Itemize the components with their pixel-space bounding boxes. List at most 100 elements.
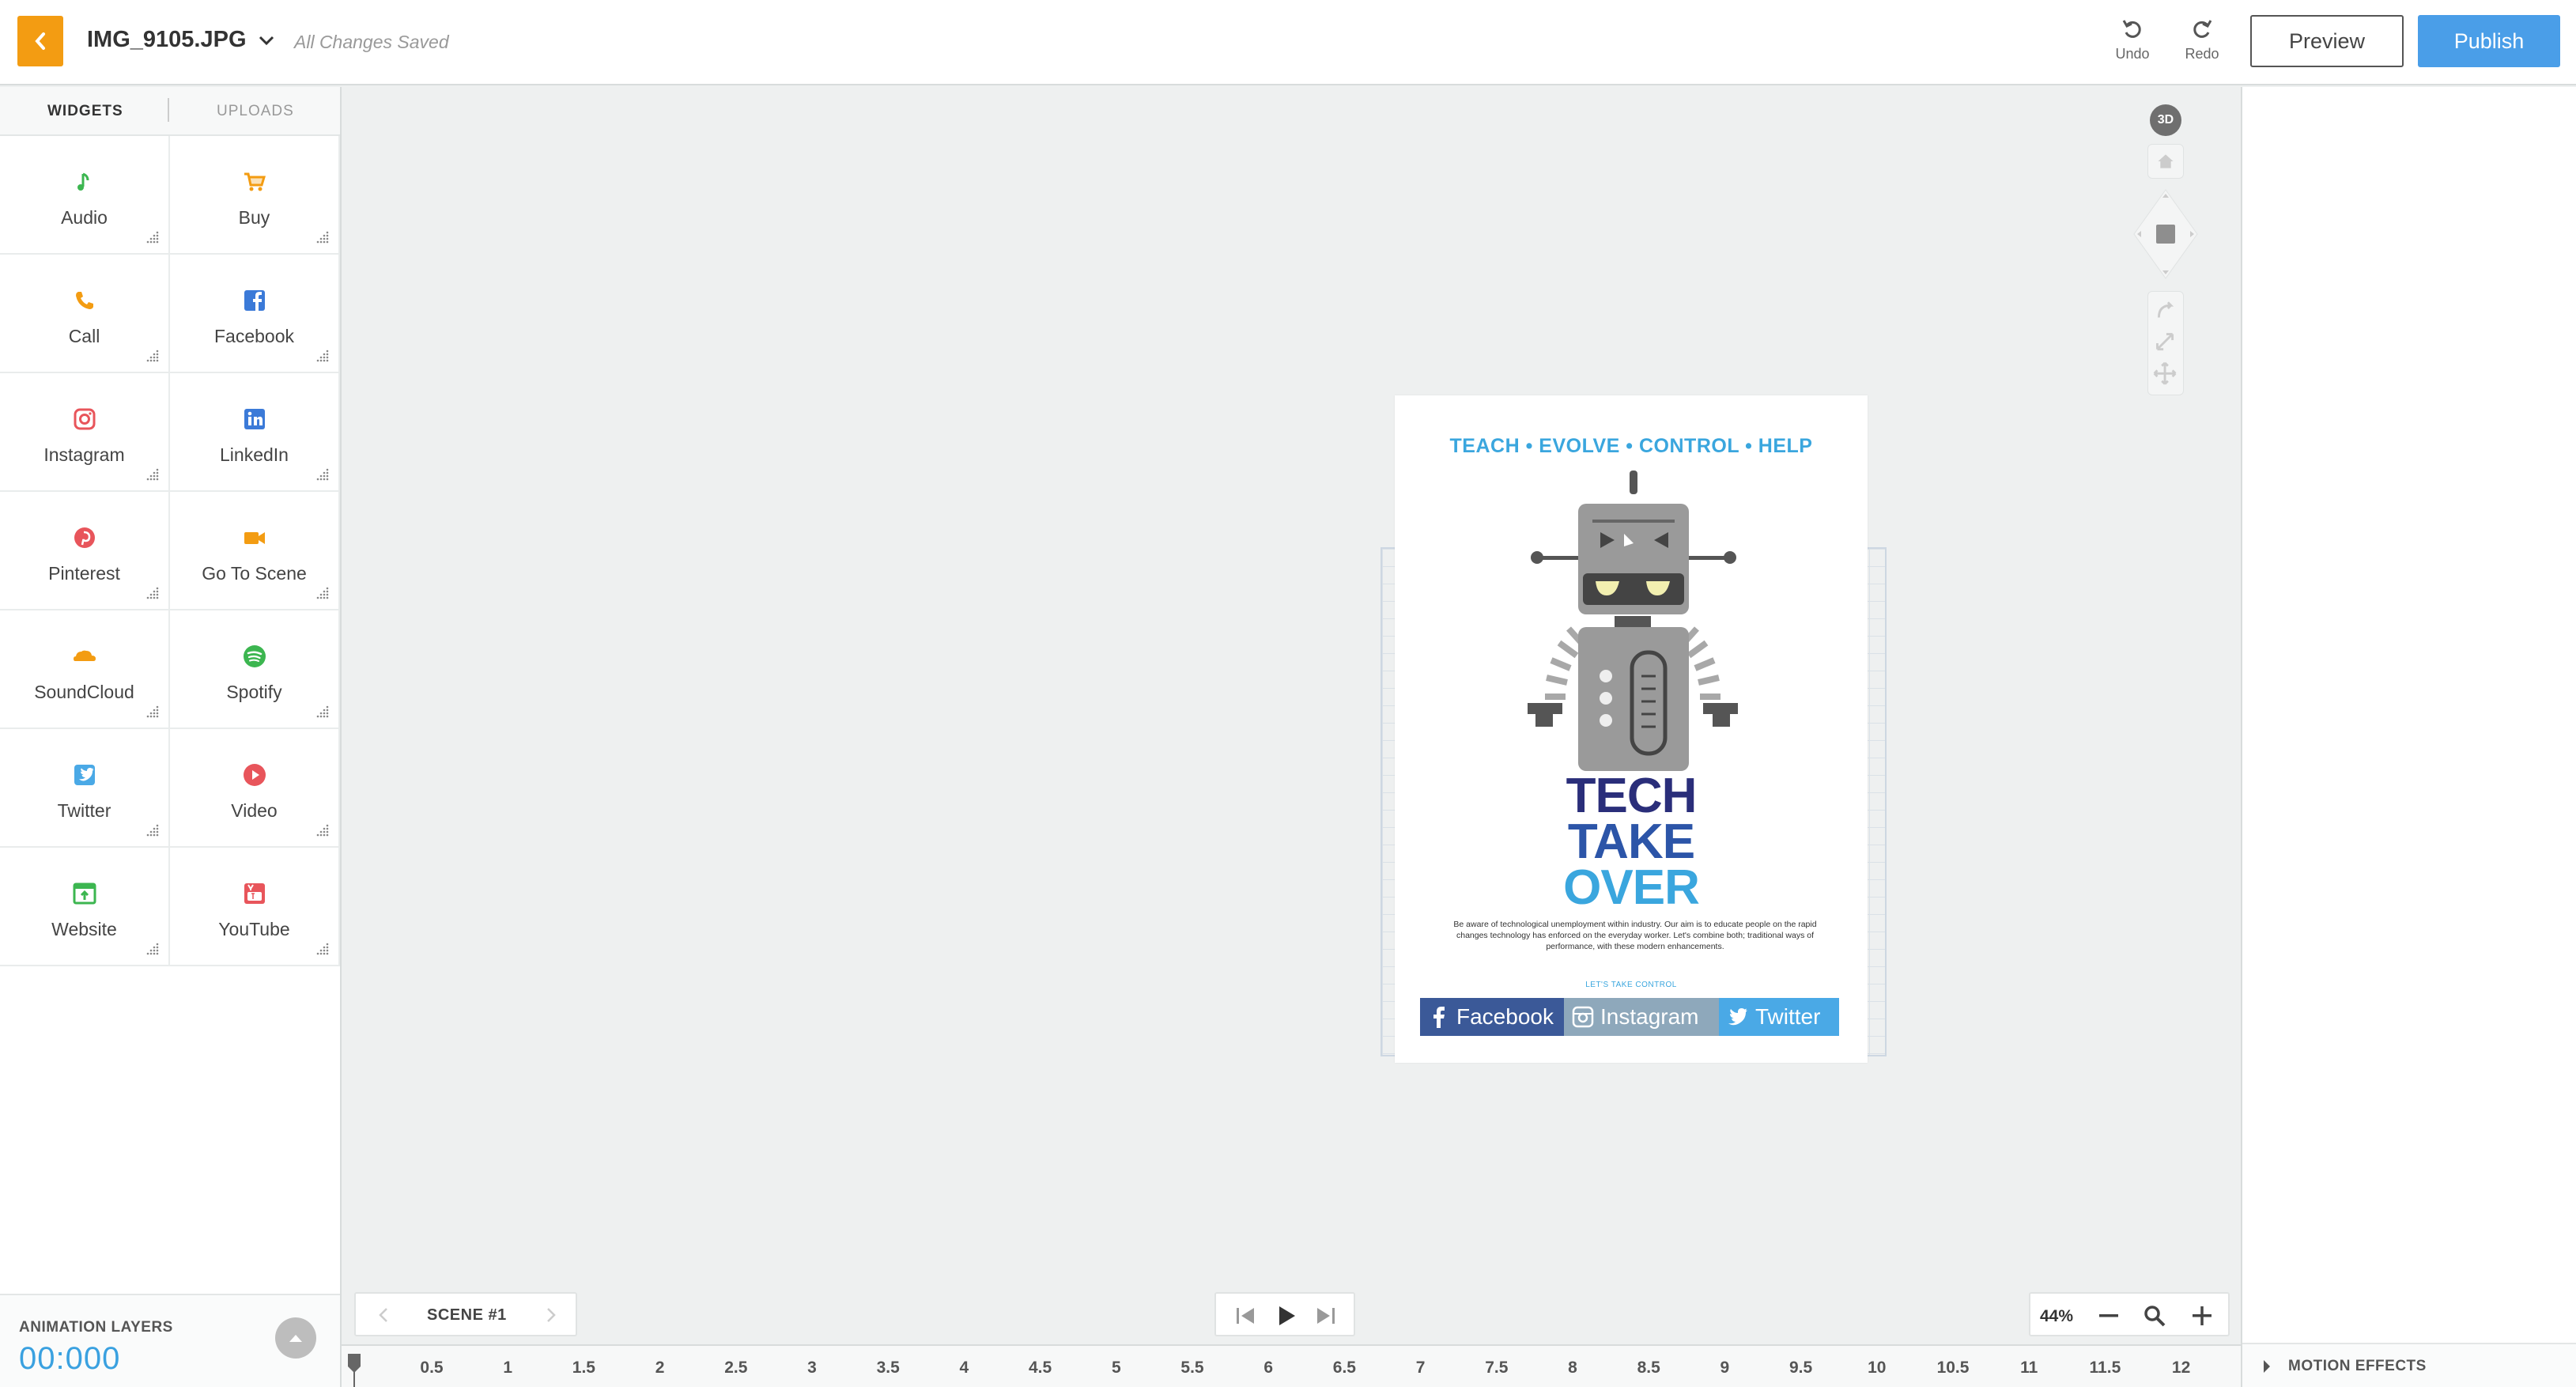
widget-label: Video xyxy=(231,800,278,821)
timeline-tick: 7 xyxy=(1415,1359,1426,1377)
widget-label: SoundCloud xyxy=(34,682,134,702)
zoom-in-icon[interactable] xyxy=(2190,1304,2214,1328)
zoom-reset-search-icon[interactable] xyxy=(2143,1304,2166,1328)
widget-linkedin[interactable]: LinkedIn xyxy=(170,373,340,492)
widget-video[interactable]: Video xyxy=(170,729,340,848)
timeline-tick: 6 xyxy=(1263,1359,1274,1377)
scene-label: SCENE #1 xyxy=(427,1306,507,1324)
redo-label: Redo xyxy=(2185,46,2219,62)
drag-handle-icon[interactable] xyxy=(316,587,329,599)
tab-widgets[interactable]: WIDGETS xyxy=(47,103,123,120)
widget-soundcloud[interactable]: SoundCloud xyxy=(0,610,170,729)
widget-go-to-scene[interactable]: Go To Scene xyxy=(170,492,340,610)
social-label: Instagram xyxy=(1600,1004,1699,1029)
widget-label: Facebook xyxy=(213,326,294,346)
social-label: Twitter xyxy=(1755,1004,1821,1029)
poster-instagram-button[interactable]: Instagram xyxy=(1564,998,1719,1036)
widget-label: YouTube xyxy=(218,919,290,939)
twitter-icon xyxy=(1728,1008,1747,1026)
transform-tools xyxy=(2147,291,2184,395)
widget-label: Spotify xyxy=(226,682,282,702)
drag-handle-icon[interactable] xyxy=(146,587,159,599)
skip-to-end-icon[interactable] xyxy=(1314,1305,1338,1327)
timeline-tick: 2 xyxy=(655,1359,665,1377)
poster-social-bar: Facebook Instagram Twitter xyxy=(1420,998,1839,1036)
drag-handle-icon[interactable] xyxy=(316,705,329,718)
playback-controls xyxy=(1214,1292,1355,1336)
shopping-cart-icon xyxy=(244,172,266,191)
timeline-tick: 0.5 xyxy=(420,1359,444,1377)
widget-website[interactable]: Website xyxy=(0,848,170,966)
drag-handle-icon[interactable] xyxy=(316,231,329,244)
previous-scene-icon[interactable] xyxy=(378,1306,389,1324)
3d-toggle-button[interactable]: 3D xyxy=(2150,104,2181,136)
back-button[interactable] xyxy=(17,16,63,66)
timeline-tick: 1 xyxy=(503,1359,513,1377)
canvas-area[interactable]: TEACH • EVOLVE • CONTROL • HELP TECH TAK… xyxy=(342,87,2241,1344)
drag-handle-icon[interactable] xyxy=(146,468,159,481)
widget-youtube[interactable]: YouTube xyxy=(170,848,340,966)
home-view-button[interactable] xyxy=(2147,144,2184,179)
widget-call[interactable]: Call xyxy=(0,255,170,373)
timeline-tick: 6.5 xyxy=(1332,1359,1356,1377)
poster-facebook-button[interactable]: Facebook xyxy=(1420,998,1564,1036)
rotate-dpad[interactable] xyxy=(2130,187,2201,282)
skip-to-start-icon[interactable] xyxy=(1233,1305,1257,1327)
timeline-tick: 10.5 xyxy=(1936,1359,1970,1377)
chevron-left-icon xyxy=(35,32,45,50)
drag-handle-icon[interactable] xyxy=(146,705,159,718)
widget-spotify[interactable]: Spotify xyxy=(170,610,340,729)
preview-button[interactable]: Preview xyxy=(2250,15,2404,67)
timeline-tick: 11 xyxy=(2020,1359,2038,1377)
zoom-out-icon[interactable] xyxy=(2097,1304,2121,1328)
music-note-icon xyxy=(77,172,89,191)
robot-illustration xyxy=(1528,471,1738,771)
redo-button[interactable]: Redo xyxy=(2174,17,2230,68)
top-bar: IMG_9105.JPG All Changes Saved Undo Redo… xyxy=(0,0,2576,85)
chevron-down-icon xyxy=(259,36,274,45)
poster-title-line3: OVER xyxy=(1563,860,1700,915)
twitter-icon xyxy=(74,765,95,785)
play-icon[interactable] xyxy=(1275,1305,1298,1327)
widget-pinterest[interactable]: Pinterest xyxy=(0,492,170,610)
drag-handle-icon[interactable] xyxy=(316,824,329,837)
timeline-tick: 1.5 xyxy=(572,1359,595,1377)
phone-icon xyxy=(75,292,93,309)
instagram-icon xyxy=(74,408,95,430)
poster-image[interactable]: TEACH • EVOLVE • CONTROL • HELP TECH TAK… xyxy=(1395,395,1868,1063)
play-circle-icon xyxy=(243,764,266,786)
drag-handle-icon[interactable] xyxy=(316,943,329,955)
drag-handle-icon[interactable] xyxy=(316,468,329,481)
rotate-tool-icon[interactable] xyxy=(2157,301,2174,318)
widget-audio[interactable]: Audio xyxy=(0,136,170,255)
widgets-panel: WIDGETS UPLOADS Audio Buy Call Facebook xyxy=(0,87,342,1387)
widget-label: Pinterest xyxy=(48,563,120,584)
file-name-dropdown[interactable]: IMG_9105.JPG xyxy=(87,27,275,53)
drag-handle-icon[interactable] xyxy=(146,824,159,837)
drag-handle-icon[interactable] xyxy=(146,350,159,362)
widget-label: Go To Scene xyxy=(202,563,307,584)
widget-label: Instagram xyxy=(43,444,125,465)
scale-tool-icon[interactable] xyxy=(2156,333,2174,351)
poster-twitter-button[interactable]: Twitter xyxy=(1719,998,1839,1036)
undo-button[interactable]: Undo xyxy=(2105,17,2160,68)
widget-buy[interactable]: Buy xyxy=(170,136,340,255)
move-tool-icon[interactable] xyxy=(2153,361,2177,385)
poster-blurb: Be aware of technological unemployment w… xyxy=(1453,920,1817,951)
poster-title-line2: TAKE xyxy=(1567,814,1695,869)
publish-button[interactable]: Publish xyxy=(2418,15,2560,67)
motion-effects-toggle[interactable]: MOTION EFFECTS xyxy=(2242,1343,2576,1387)
timeline-ruler[interactable]: 0.5 1 1.5 2 2.5 3 3.5 4 4.5 5 5.5 6 6.5 7 7.5 8 8.5 9 9.5 1… xyxy=(342,1344,2241,1387)
expand-layers-button[interactable] xyxy=(275,1317,316,1359)
widget-facebook[interactable]: Facebook xyxy=(170,255,340,373)
widget-twitter[interactable]: Twitter xyxy=(0,729,170,848)
next-scene-icon[interactable] xyxy=(546,1306,557,1324)
poster-title-line1: TECH xyxy=(1566,769,1698,823)
drag-handle-icon[interactable] xyxy=(316,350,329,362)
drag-handle-icon[interactable] xyxy=(146,943,159,955)
drag-handle-icon[interactable] xyxy=(146,231,159,244)
tab-uploads[interactable]: UPLOADS xyxy=(217,103,294,120)
playhead-handle[interactable] xyxy=(346,1352,362,1387)
instagram-icon xyxy=(1572,1006,1594,1028)
widget-instagram[interactable]: Instagram xyxy=(0,373,170,492)
